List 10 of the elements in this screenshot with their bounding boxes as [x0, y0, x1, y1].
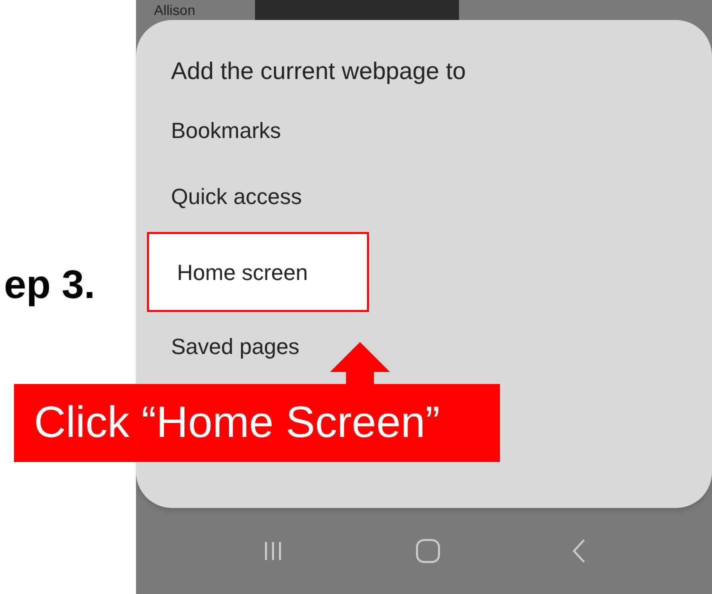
- menu-option[interactable]: Saved pages: [171, 334, 300, 360]
- step-label: ep 3.: [4, 262, 96, 309]
- back-icon[interactable]: [571, 538, 587, 564]
- sheet-title: Add the current webpage to: [171, 57, 467, 87]
- menu-option[interactable]: Bookmarks: [171, 118, 282, 144]
- contact-name: Allison: [154, 2, 196, 18]
- callout-text: Click “Home Screen”: [34, 397, 440, 449]
- home-icon[interactable]: [415, 538, 441, 564]
- menu-option[interactable]: Quick access: [171, 184, 302, 210]
- menu-option[interactable]: Home screen: [147, 232, 369, 312]
